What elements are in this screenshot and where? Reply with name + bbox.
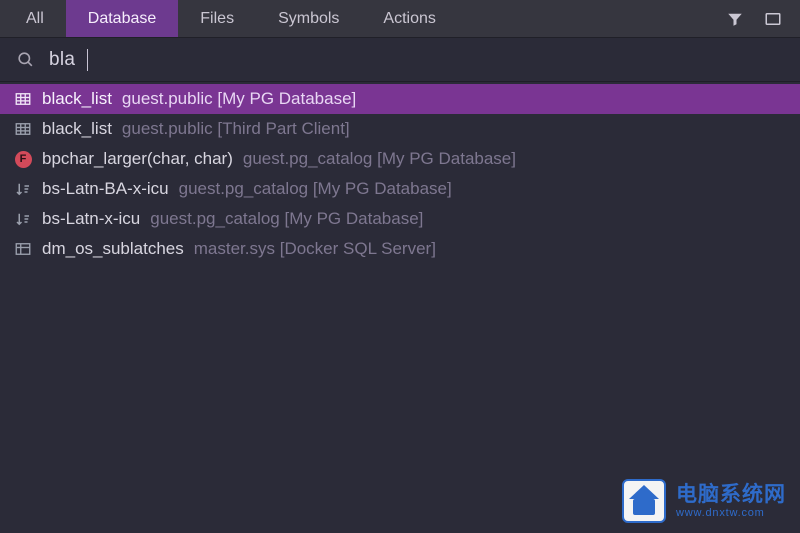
result-meta: guest.public [My PG Database] — [122, 89, 356, 109]
tab-database[interactable]: Database — [66, 0, 179, 37]
watermark-title: 电脑系统网 — [676, 483, 786, 506]
search-row: bla — [0, 38, 800, 82]
result-name: dm_os_sublatches — [42, 239, 184, 259]
result-row[interactable]: bs-Latn-BA-x-icu guest.pg_catalog [My PG… — [0, 174, 800, 204]
tab-actions[interactable]: Actions — [361, 0, 457, 37]
result-row[interactable]: dm_os_sublatches master.sys [Docker SQL … — [0, 234, 800, 264]
result-name: bpchar_larger(char, char) — [42, 149, 233, 169]
tab-files[interactable]: Files — [178, 0, 256, 37]
result-meta: guest.public [Third Part Client] — [122, 119, 350, 139]
result-name: black_list — [42, 119, 112, 139]
result-row[interactable]: F bpchar_larger(char, char) guest.pg_cat… — [0, 144, 800, 174]
panel-icon[interactable] — [764, 10, 782, 28]
table-icon — [14, 120, 32, 138]
watermark-logo-icon — [622, 479, 666, 523]
view-icon — [14, 240, 32, 258]
result-row[interactable]: black_list guest.public [Third Part Clie… — [0, 114, 800, 144]
text-caret — [87, 49, 88, 71]
result-meta: master.sys [Docker SQL Server] — [194, 239, 436, 259]
tab-all[interactable]: All — [4, 0, 66, 37]
tabs-right-tools — [726, 10, 800, 28]
watermark: 电脑系统网 www.dnxtw.com — [622, 479, 786, 523]
result-name: bs-Latn-x-icu — [42, 209, 140, 229]
result-row[interactable]: black_list guest.public [My PG Database] — [0, 84, 800, 114]
result-meta: guest.pg_catalog [My PG Database] — [243, 149, 516, 169]
collation-icon — [14, 180, 32, 198]
tab-symbols[interactable]: Symbols — [256, 0, 361, 37]
result-row[interactable]: bs-Latn-x-icu guest.pg_catalog [My PG Da… — [0, 204, 800, 234]
search-icon — [16, 50, 35, 69]
collation-icon — [14, 210, 32, 228]
result-meta: guest.pg_catalog [My PG Database] — [179, 179, 452, 199]
tabs-bar: All Database Files Symbols Actions — [0, 0, 800, 38]
result-meta: guest.pg_catalog [My PG Database] — [150, 209, 423, 229]
function-icon: F — [14, 150, 32, 168]
watermark-subtitle: www.dnxtw.com — [676, 507, 786, 519]
table-icon — [14, 90, 32, 108]
search-input[interactable]: bla — [49, 49, 75, 71]
result-name: bs-Latn-BA-x-icu — [42, 179, 169, 199]
result-name: black_list — [42, 89, 112, 109]
results-list: black_list guest.public [My PG Database]… — [0, 82, 800, 264]
filter-icon[interactable] — [726, 10, 744, 28]
